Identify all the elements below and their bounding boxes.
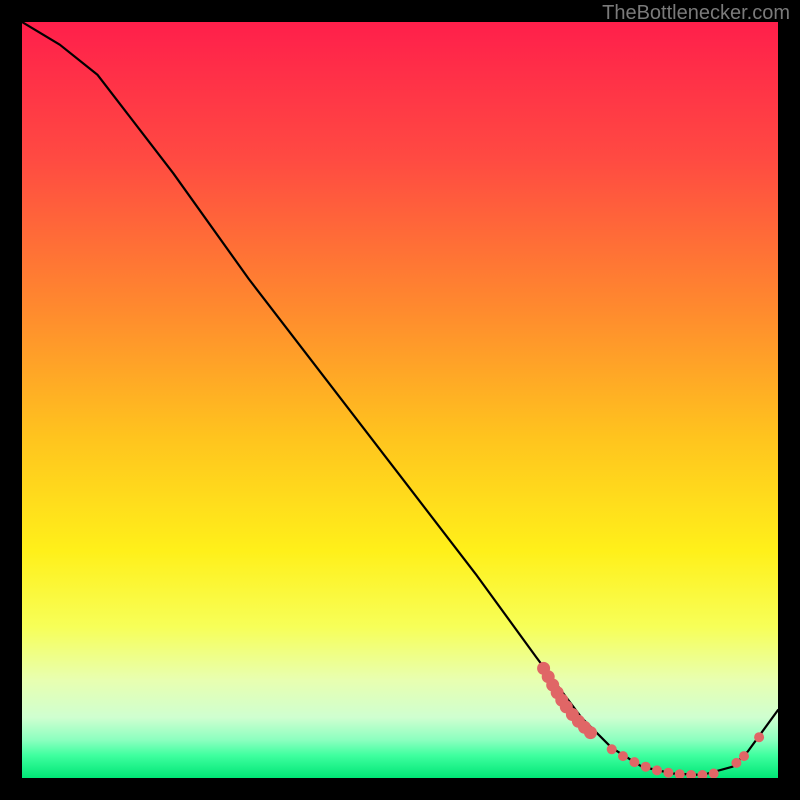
marker-dot (584, 726, 597, 739)
watermark: TheBottlenecker.com (602, 2, 790, 25)
marker-dot (641, 762, 651, 772)
chart-svg (22, 22, 778, 778)
marker-dot (652, 765, 662, 775)
plot-area (22, 22, 778, 778)
marker-dot (618, 751, 628, 761)
marker-dot (739, 751, 749, 761)
marker-dot (607, 744, 617, 754)
marker-dot (629, 757, 639, 767)
chart-frame: TheBottlenecker.com (0, 0, 800, 800)
gradient-background (22, 22, 778, 778)
marker-dot (754, 732, 764, 742)
marker-dot (663, 768, 673, 778)
marker-dot (731, 758, 741, 768)
